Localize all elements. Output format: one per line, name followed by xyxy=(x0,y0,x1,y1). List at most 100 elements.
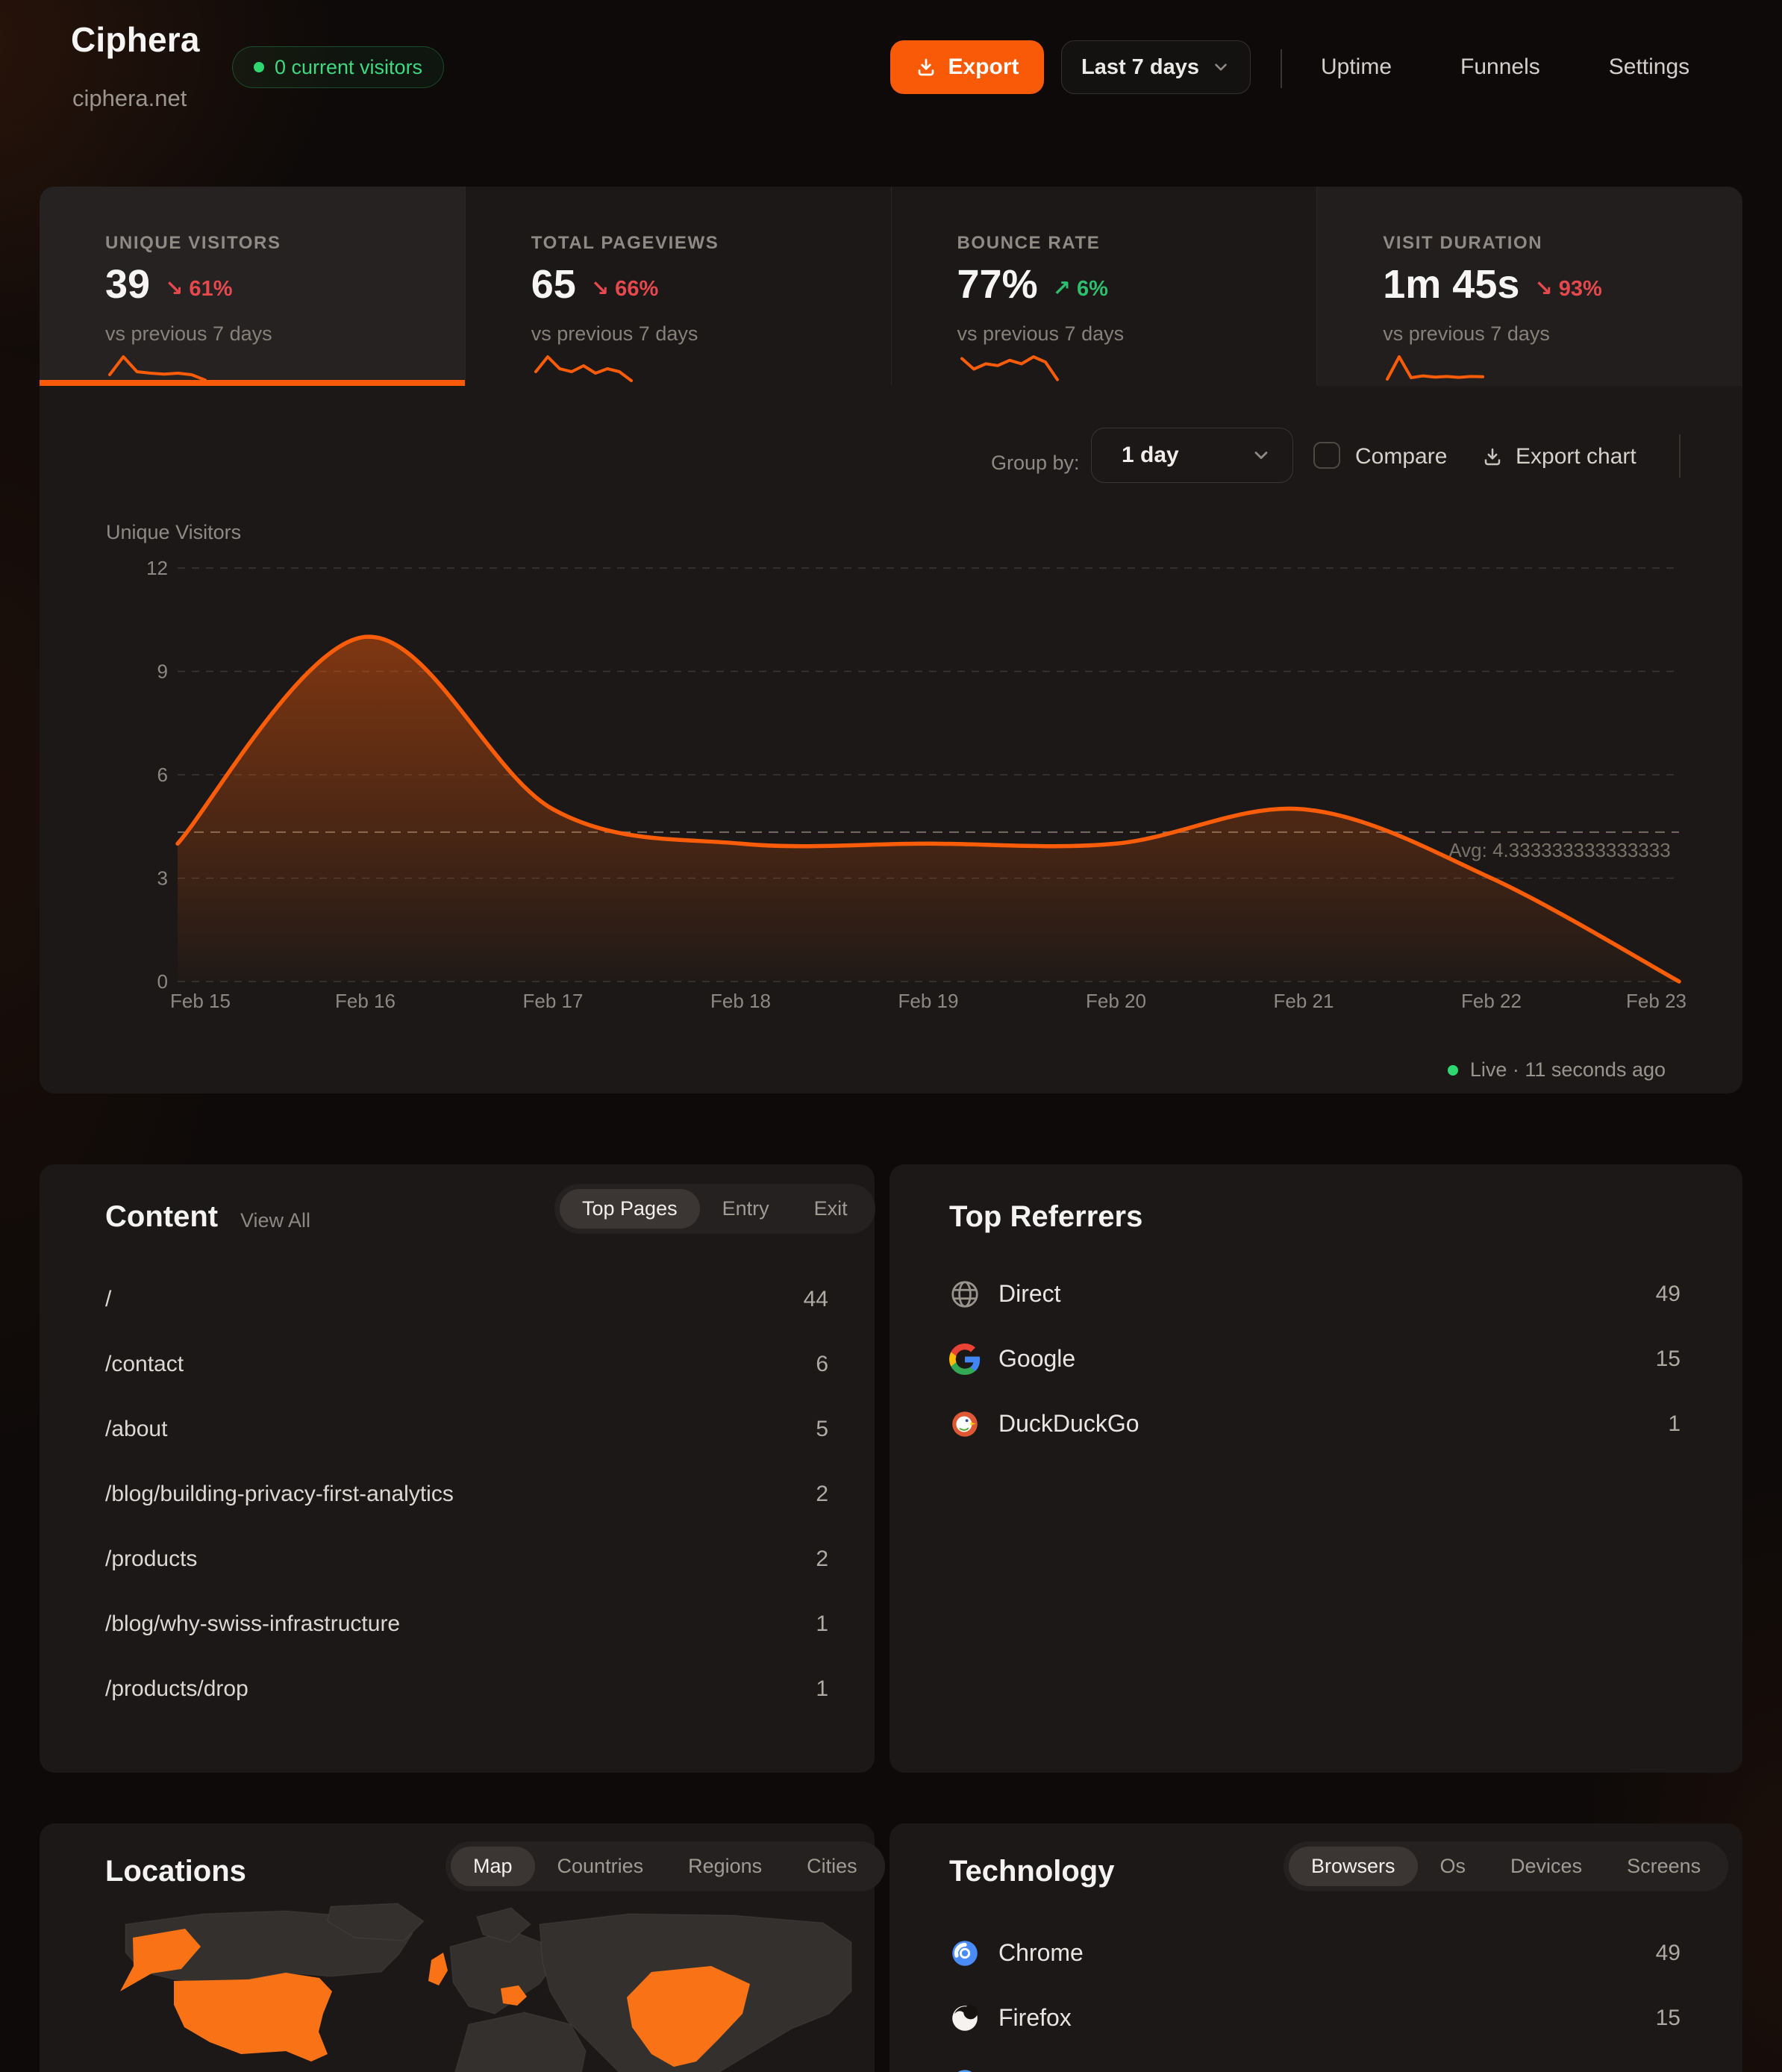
svg-text:Feb 17: Feb 17 xyxy=(523,990,584,1012)
locations-tab-regions[interactable]: Regions xyxy=(666,1847,784,1886)
svg-text:Feb 19: Feb 19 xyxy=(898,990,959,1012)
export-button-label: Export xyxy=(948,54,1019,80)
referrers-title: Top Referrers xyxy=(949,1200,1142,1234)
live-status: Live · 11 seconds ago xyxy=(1448,1058,1666,1082)
analytics-panel: UNIQUE VISITORS39↘ 61%vs previous 7 days… xyxy=(40,187,1742,1093)
controls-divider xyxy=(1679,434,1681,478)
page-path: /blog/building-privacy-first-analytics xyxy=(105,1482,454,1507)
date-range-value: Last 7 days xyxy=(1081,55,1199,80)
page-count: 1 xyxy=(816,1611,828,1637)
content-row[interactable]: /contact6 xyxy=(105,1332,828,1397)
header-nav: UptimeFunnelsSettings xyxy=(1310,0,1689,134)
page-count: 2 xyxy=(816,1482,828,1507)
referrer-count: 15 xyxy=(1656,1347,1681,1372)
page-path: /products/drop xyxy=(105,1676,248,1702)
page-path: / xyxy=(105,1287,111,1312)
content-row[interactable]: /products/drop 1 xyxy=(105,1656,828,1721)
nav-settings[interactable]: Settings xyxy=(1575,54,1689,80)
content-tab-entry[interactable]: Entry xyxy=(700,1189,792,1229)
live-label: Live · 11 seconds ago xyxy=(1470,1058,1666,1082)
content-row[interactable]: /blog/building-privacy-first-analytics 2 xyxy=(105,1461,828,1526)
locations-tab-countries[interactable]: Countries xyxy=(535,1847,666,1886)
group-by-label: Group by: xyxy=(991,452,1080,475)
compare-label[interactable]: Compare xyxy=(1355,444,1447,469)
group-by-value: 1 day xyxy=(1122,443,1179,468)
svg-text:Feb 21: Feb 21 xyxy=(1274,990,1334,1012)
page-count: 1 xyxy=(816,1676,828,1702)
locations-tab-cities[interactable]: Cities xyxy=(784,1847,880,1886)
content-row[interactable]: /blog/why-swiss-infrastructure 1 xyxy=(105,1591,828,1656)
technology-tab-browsers[interactable]: Browsers xyxy=(1289,1847,1418,1886)
locations-tab-map[interactable]: Map xyxy=(451,1847,535,1886)
svg-text:Feb 22: Feb 22 xyxy=(1461,990,1522,1012)
referrer-name: Google xyxy=(998,1345,1656,1373)
visitors-chart[interactable]: 036912Feb 15Feb 16Feb 17Feb 18Feb 19Feb … xyxy=(40,187,1742,1093)
export-button[interactable]: Export xyxy=(890,40,1044,94)
technology-tab-screens[interactable]: Screens xyxy=(1604,1847,1723,1886)
globe-icon xyxy=(949,1279,981,1310)
browser-name: Chrome xyxy=(998,1939,1656,1967)
technology-rows: Chrome49Firefox15 xyxy=(949,1920,1681,2050)
referrer-count: 49 xyxy=(1656,1282,1681,1307)
content-title: Content xyxy=(105,1200,218,1234)
google-icon xyxy=(949,1344,981,1375)
technology-panel: Technology BrowsersOsDevicesScreens Chro… xyxy=(890,1823,1742,2072)
content-tab-exit[interactable]: Exit xyxy=(792,1189,870,1229)
view-all-link[interactable]: View All xyxy=(240,1209,310,1232)
referrers-panel: Top Referrers Direct49Google15DuckDuckGo… xyxy=(890,1164,1742,1773)
export-chart-button[interactable]: Export chart xyxy=(1481,444,1636,469)
compare-checkbox[interactable] xyxy=(1313,442,1340,469)
download-icon xyxy=(1481,446,1504,468)
svg-text:Feb 16: Feb 16 xyxy=(335,990,396,1012)
referrer-rows: Direct49Google15DuckDuckGo1 xyxy=(949,1261,1681,1456)
group-by-select[interactable]: 1 day xyxy=(1091,428,1293,483)
locations-title: Locations xyxy=(105,1855,246,1888)
svg-text:9: 9 xyxy=(157,661,168,683)
browser-name: Firefox xyxy=(998,2004,1656,2032)
technology-tab-os[interactable]: Os xyxy=(1418,1847,1489,1886)
svg-text:Feb 20: Feb 20 xyxy=(1086,990,1146,1012)
nav-uptime[interactable]: Uptime xyxy=(1310,54,1426,80)
download-icon xyxy=(915,56,937,78)
page-path: /blog/why-swiss-infrastructure xyxy=(105,1611,400,1637)
locations-panel: Locations MapCountriesRegionsCities xyxy=(40,1823,875,2072)
browser-count: 15 xyxy=(1656,2006,1681,2031)
referrer-name: Direct xyxy=(998,1280,1656,1308)
date-range-select[interactable]: Last 7 days xyxy=(1061,40,1251,94)
svg-text:Avg: 4.333333333333333: Avg: 4.333333333333333 xyxy=(1448,839,1670,861)
technology-partial-row xyxy=(949,2067,998,2072)
current-visitors-label: 0 current visitors xyxy=(275,56,422,79)
browser-icon xyxy=(949,2067,981,2072)
page-count: 2 xyxy=(816,1547,828,1572)
content-row[interactable]: /products2 xyxy=(105,1526,828,1591)
referrer-name: DuckDuckGo xyxy=(998,1410,1668,1438)
content-tab-top-pages[interactable]: Top Pages xyxy=(560,1189,700,1229)
browser-row-chrome[interactable]: Chrome49 xyxy=(949,1920,1681,1985)
svg-text:12: 12 xyxy=(146,557,168,579)
chrome-icon xyxy=(949,1938,981,1969)
browser-count: 49 xyxy=(1656,1941,1681,1966)
technology-tab-devices[interactable]: Devices xyxy=(1488,1847,1604,1886)
referrer-row-google[interactable]: Google15 xyxy=(949,1326,1681,1391)
firefox-icon xyxy=(949,2003,981,2034)
browser-row-firefox[interactable]: Firefox15 xyxy=(949,1985,1681,2050)
export-chart-label: Export chart xyxy=(1516,444,1636,469)
site-domain: ciphera.net xyxy=(72,85,187,112)
content-tabs: Top PagesEntryExit xyxy=(554,1184,875,1234)
nav-funnels[interactable]: Funnels xyxy=(1426,54,1575,80)
page-count: 5 xyxy=(816,1417,828,1442)
svg-text:6: 6 xyxy=(157,764,168,786)
chevron-down-icon xyxy=(1211,57,1231,77)
page-title: Ciphera xyxy=(71,19,200,60)
referrer-count: 1 xyxy=(1668,1411,1681,1437)
content-row[interactable]: /44 xyxy=(105,1267,828,1332)
referrer-row-duckduckgo[interactable]: DuckDuckGo1 xyxy=(949,1391,1681,1456)
content-row[interactable]: /about5 xyxy=(105,1397,828,1461)
svg-text:0: 0 xyxy=(157,970,168,993)
header-divider xyxy=(1281,49,1282,88)
chevron-down-icon xyxy=(1251,445,1272,466)
svg-text:3: 3 xyxy=(157,867,168,890)
world-map[interactable] xyxy=(62,1900,853,2072)
referrer-row-direct[interactable]: Direct49 xyxy=(949,1261,1681,1326)
live-dot-icon xyxy=(1448,1065,1458,1076)
